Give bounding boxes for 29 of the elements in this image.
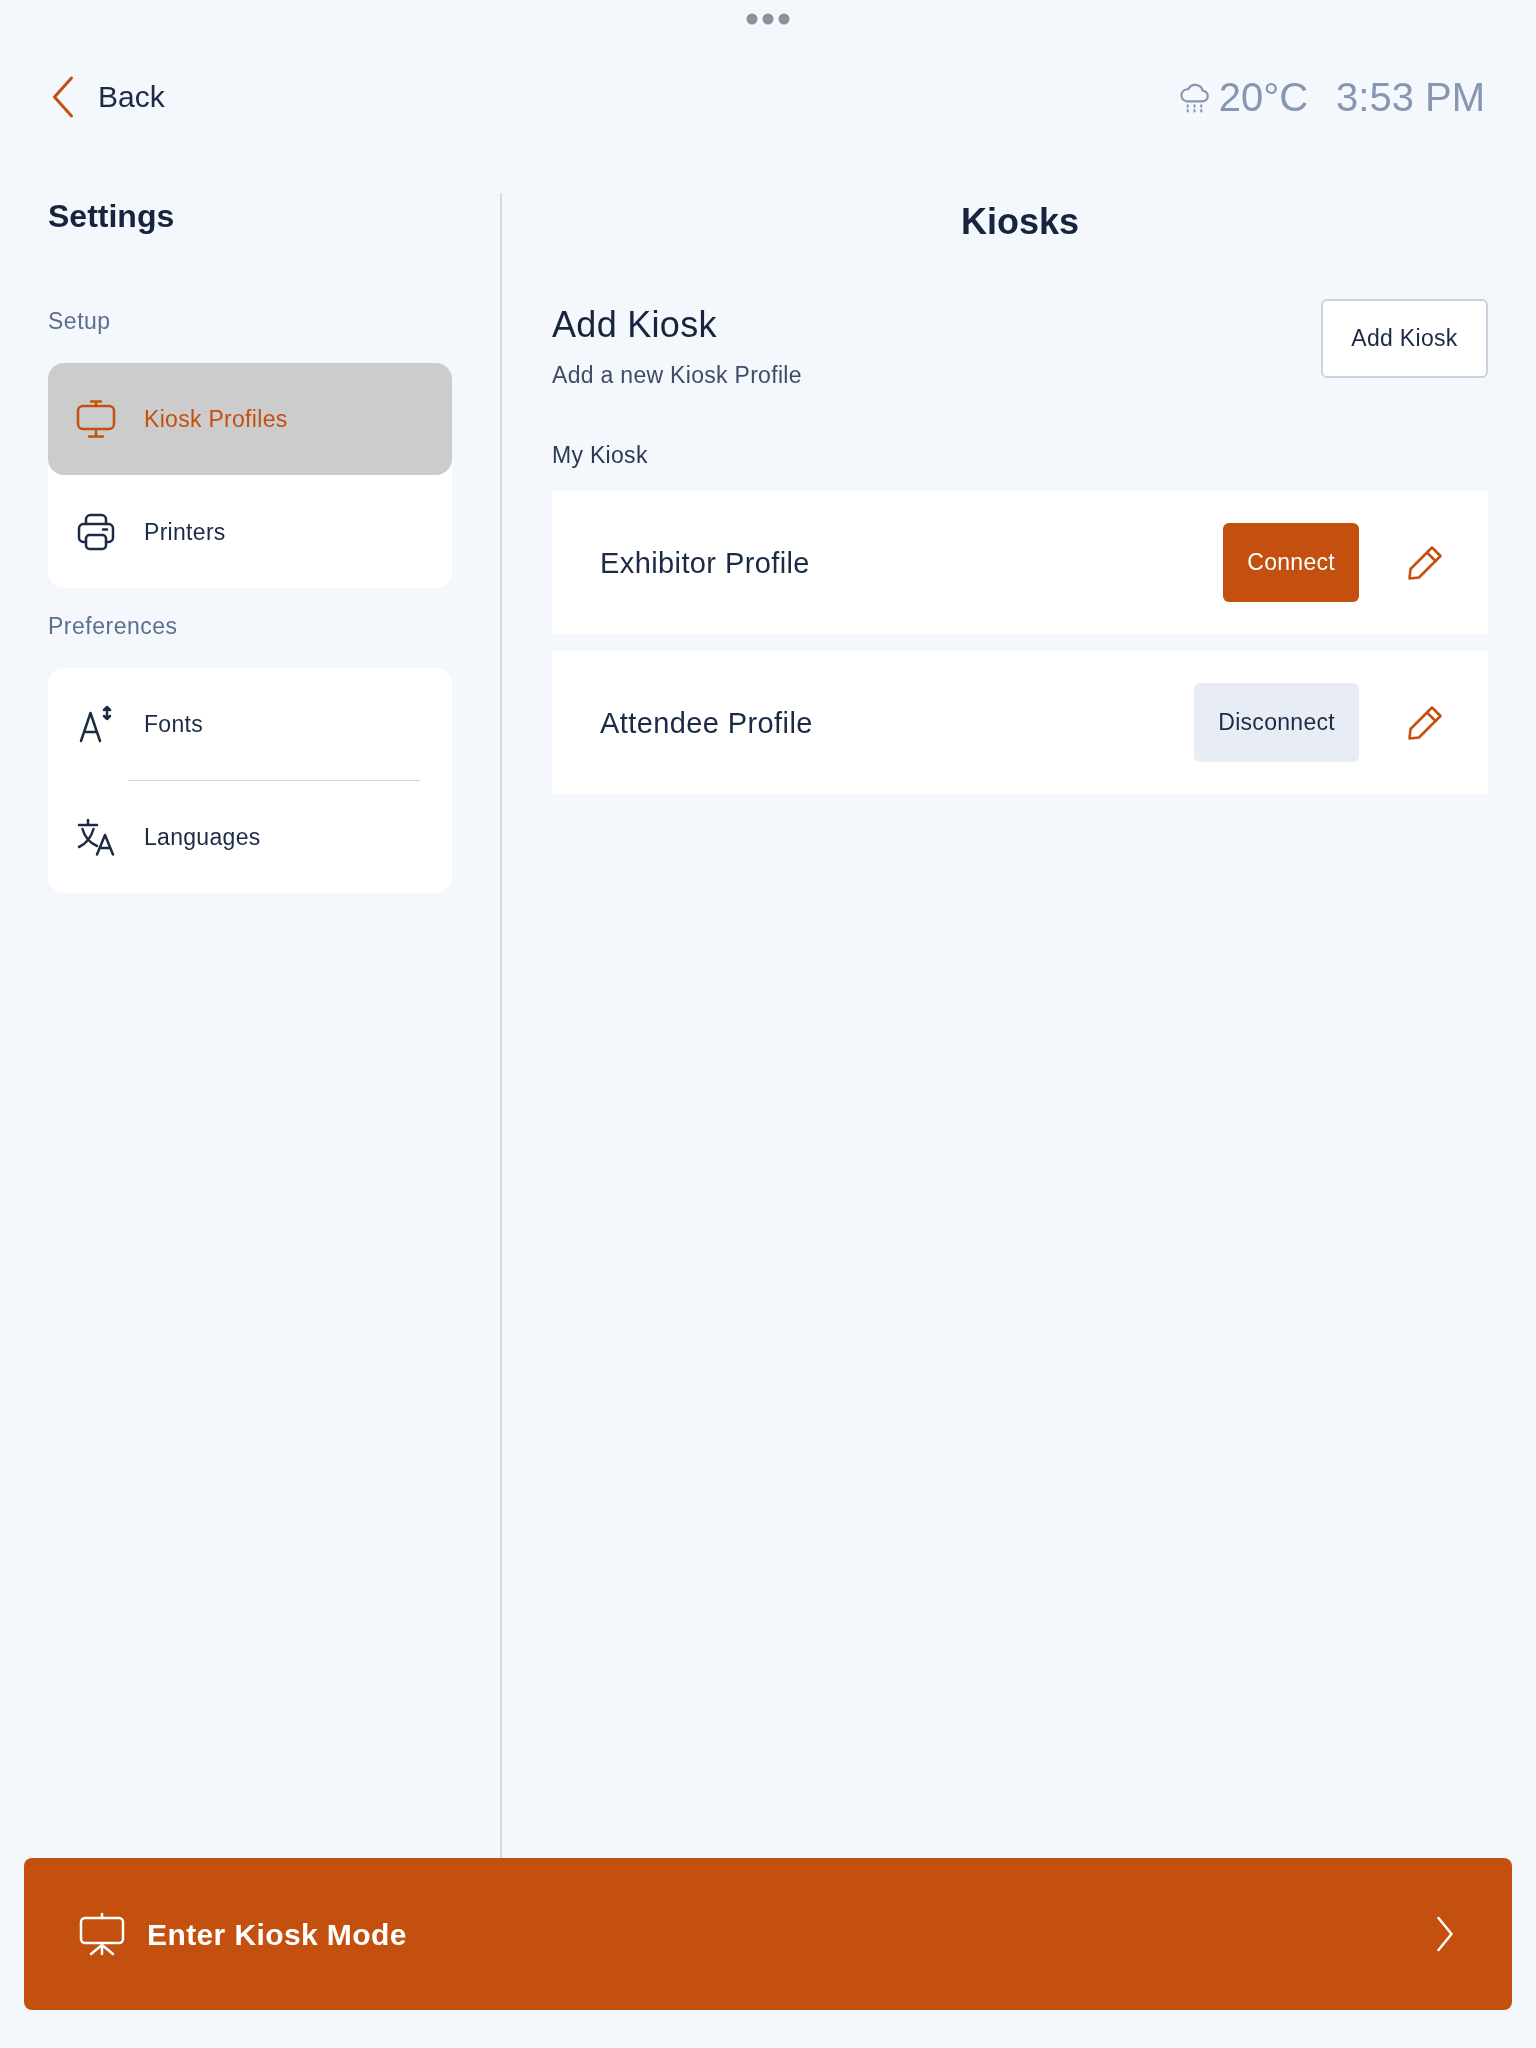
more-icon[interactable] (746, 13, 790, 25)
section-label: Preferences (48, 612, 179, 640)
time: 3:53 PM (1336, 74, 1485, 121)
temperature: 20°C (1218, 74, 1309, 121)
kiosk-name: Exhibitor Profile (600, 545, 811, 580)
chevron-right-icon (1436, 1916, 1454, 1952)
connect-button[interactable]: Connect (1223, 523, 1359, 602)
sidebar-title: Settings (48, 197, 176, 235)
page-title: Kiosks (959, 200, 1081, 243)
monitor-icon (76, 399, 116, 439)
section-subtitle: Add a new Kiosk Profile (552, 361, 802, 389)
translate-icon (76, 817, 116, 857)
sidebar-item[interactable]: Languages (48, 781, 452, 893)
back-button[interactable]: Back (52, 76, 165, 118)
printer-icon (76, 512, 116, 552)
chevron-left-icon (52, 76, 74, 118)
pencil-icon[interactable] (1406, 543, 1444, 582)
section-label: Setup (48, 307, 112, 335)
presentation-board-icon (79, 1912, 125, 1956)
section-title: Add Kiosk (552, 303, 718, 347)
kiosk-name: Attendee Profile (600, 705, 814, 740)
enter-kiosk-mode-button[interactable]: Enter Kiosk Mode (24, 1858, 1512, 2010)
add-kiosk-button[interactable]: Add Kiosk (1321, 299, 1488, 378)
pencil-icon[interactable] (1406, 703, 1444, 742)
disconnect-button[interactable]: Disconnect (1194, 683, 1359, 762)
cloud-rain-icon (1178, 81, 1210, 113)
sidebar-item[interactable]: Printers (48, 476, 452, 588)
list-label: My Kiosk (552, 441, 649, 469)
sidebar-item[interactable]: Fonts (48, 668, 452, 780)
